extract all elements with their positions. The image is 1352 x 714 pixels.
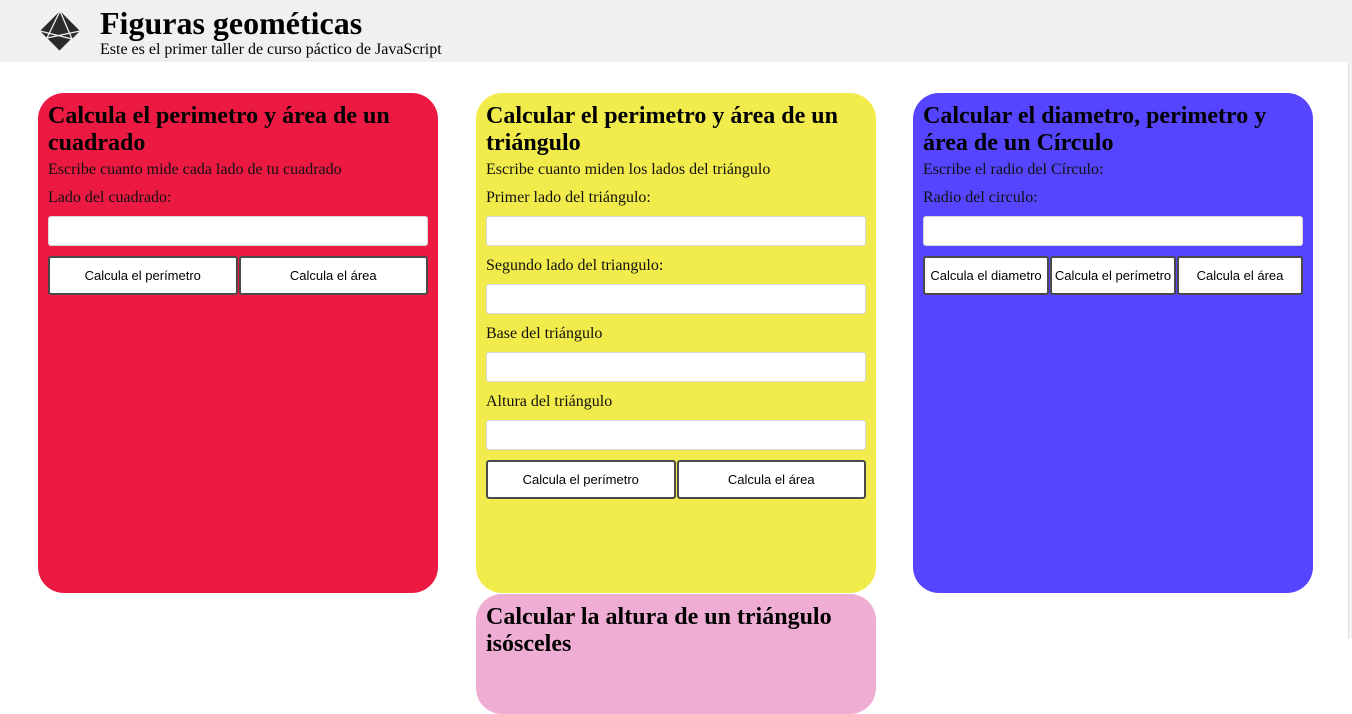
triangle-height-card: Calcular la altura de un triángulo isósc… [476,594,876,714]
circle-button-row: Calcula el diametro Calcula el perímetro… [923,256,1303,295]
circle-radius-input[interactable] [923,216,1303,246]
circle-area-button[interactable]: Calcula el área [1177,256,1303,295]
triangle-base-label: Base del triángulo [486,325,603,342]
triangle-perimeter-button[interactable]: Calcula el perímetro [486,460,676,499]
circle-card-description: Escribe el radio del Círculo: [923,161,1104,178]
triangle-height-input[interactable] [486,420,866,450]
triangle-side1-label: Primer lado del triángulo: [486,189,651,206]
circle-diameter-button[interactable]: Calcula el diametro [923,256,1049,295]
circle-card: Calcular el diametro, perimetro y área d… [913,93,1313,593]
triangle-side2-label: Segundo lado del triangulo: [486,257,664,274]
square-side-input[interactable] [48,216,428,246]
triangle-card-title: Calcular el perimetro y área de un trián… [486,103,838,156]
page-header: Figuras geométicas Este es el primer tal… [0,0,1352,62]
page-title: Figuras geométicas [100,5,363,41]
square-perimeter-button[interactable]: Calcula el perímetro [48,256,238,295]
triangle-card: Calcular el perimetro y área de un trián… [476,93,876,593]
page-scrollbar[interactable] [1348,62,1352,639]
square-area-button[interactable]: Calcula el área [238,256,428,295]
square-button-row: Calcula el perímetro Calcula el área [48,256,428,295]
triangle-side2-input[interactable] [486,284,866,314]
square-card: Calcula el perimetro y área de un cuadra… [38,93,438,593]
triangle-base-input[interactable] [486,352,866,382]
triangle-side1-input[interactable] [486,216,866,246]
circle-radius-label: Radio del circulo: [923,189,1038,206]
page-subtitle: Este es el primer taller de curso páctic… [100,41,442,58]
geometric-diamond-logo-icon [39,10,81,52]
circle-perimeter-button[interactable]: Calcula el perímetro [1050,256,1176,295]
triangle-height-label: Altura del triángulo [486,393,613,410]
square-card-title: Calcula el perimetro y área de un cuadra… [48,103,390,156]
circle-card-title: Calcular el diametro, perimetro y área d… [923,103,1267,156]
triangle-area-button[interactable]: Calcula el área [676,460,866,499]
triangle-height-card-title: Calcular la altura de un triángulo isósc… [486,604,832,657]
square-card-description: Escribe cuanto mide cada lado de tu cuad… [48,161,342,178]
triangle-card-description: Escribe cuanto miden los lados del trián… [486,161,771,178]
triangle-button-row: Calcula el perímetro Calcula el área [486,460,866,499]
square-side-label: Lado del cuadrado: [48,189,172,206]
